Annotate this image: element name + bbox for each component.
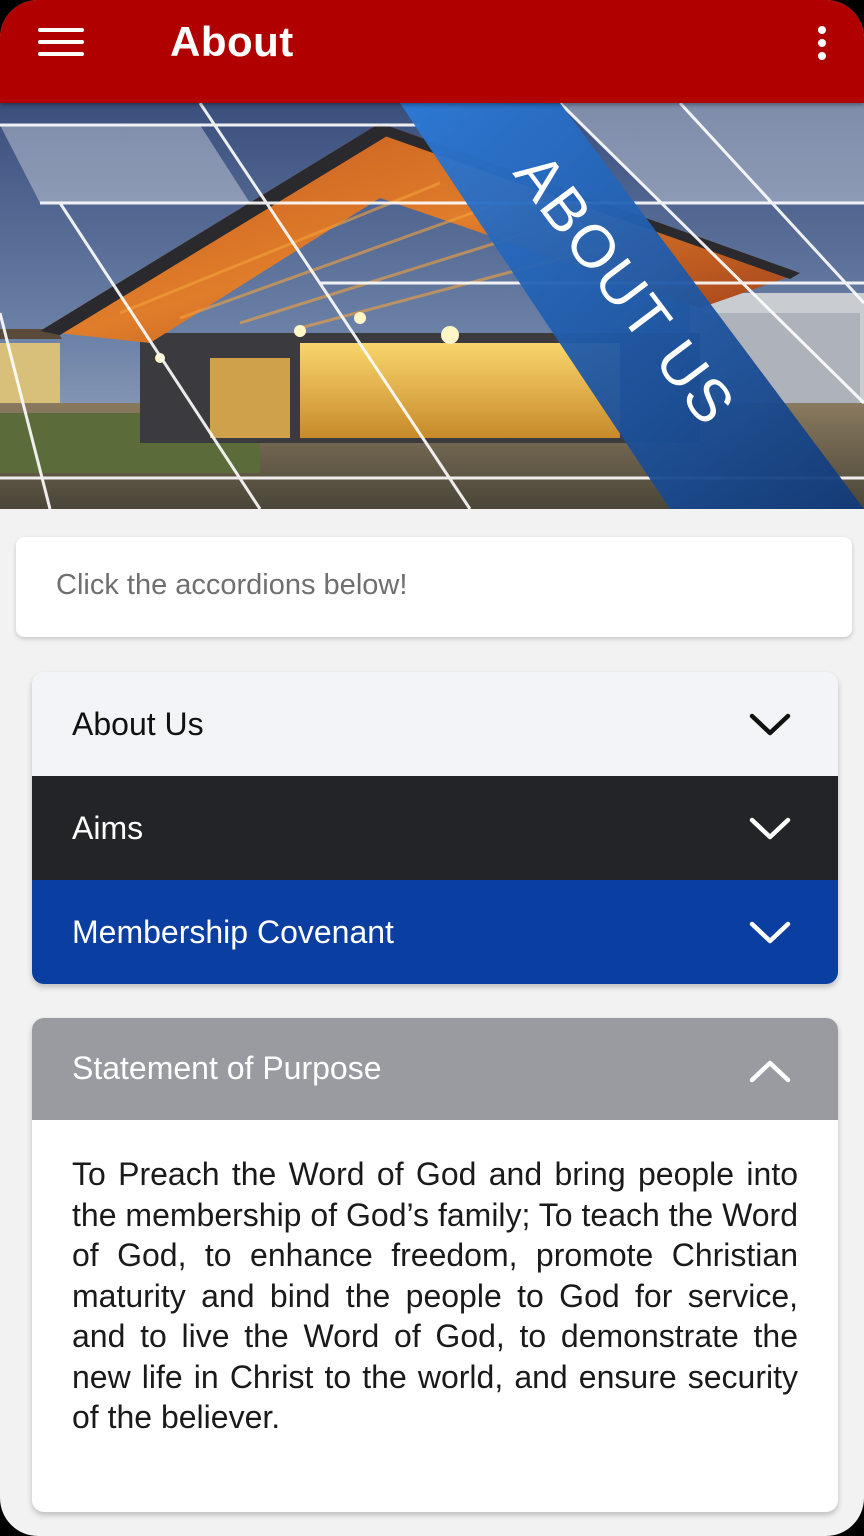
hamburger-menu-icon[interactable] [38,28,86,60]
app-screen: About ABOUT US Click the accordions belo… [0,0,864,1536]
accordion-statement-header[interactable]: Statement of Purpose [32,1018,838,1120]
accordion-label: Membership Covenant [72,913,394,950]
chevron-down-icon [749,817,791,840]
accordion-aims[interactable]: Aims [32,776,838,880]
more-options-icon[interactable] [814,24,830,64]
hint-text: Click the accordions below! [56,569,408,601]
accordion-label: Aims [72,809,144,846]
chevron-down-icon [749,921,791,944]
chevron-down-icon [749,713,791,736]
accordion-label: About Us [72,705,204,742]
accordion-group: About Us Aims Membership Covenant [32,672,838,984]
chevron-up-icon [749,1060,791,1083]
hint-card: Click the accordions below! [16,537,852,637]
accordion-statement-of-purpose: Statement of Purpose To Preach the Word … [32,1018,838,1512]
app-bar: About [0,0,864,103]
page-title: About [170,18,294,65]
accordion-membership-covenant[interactable]: Membership Covenant [32,880,838,984]
statement-body-text: To Preach the Word of God and bring peop… [72,1156,798,1435]
accordion-about-us[interactable]: About Us [32,672,838,776]
accordion-label: Statement of Purpose [72,1050,382,1086]
hero-image: ABOUT US [0,103,864,509]
